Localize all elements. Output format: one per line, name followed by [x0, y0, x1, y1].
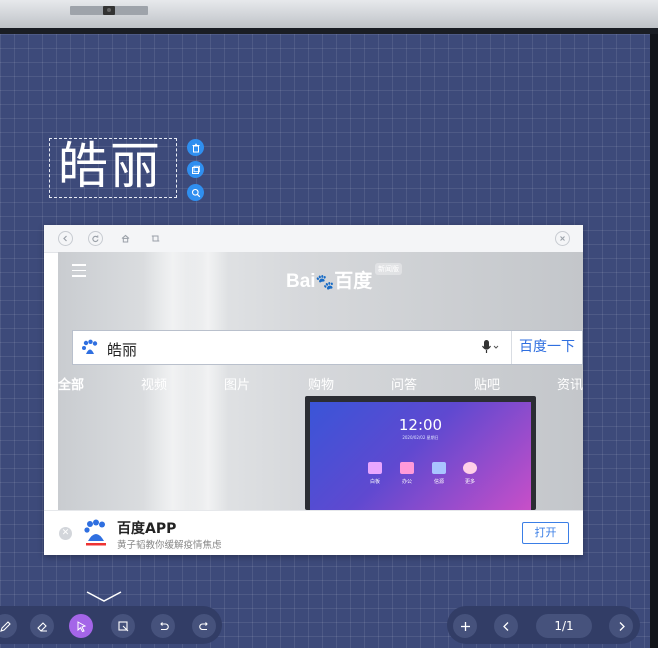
monitor-date: 2020/02/02 星期日 [402, 435, 439, 440]
handwritten-text[interactable]: 皓丽 [58, 135, 162, 197]
browser-window[interactable]: Bai🐾百度 新闻版 皓丽 百度一下 全部 视频 图片 购物 问答 贴吧 资讯 … [44, 225, 583, 555]
tab-qa[interactable]: 问答 [391, 374, 417, 393]
tab-video[interactable]: 视频 [141, 374, 167, 393]
open-app-button[interactable]: 打开 [522, 522, 569, 544]
page-indicator: 1/1 [536, 614, 592, 638]
close-icon[interactable]: ✕ [59, 527, 72, 540]
monitor-image: 12:00 2020/02/02 星期日 白板 办公 信源 更多 [305, 396, 536, 510]
insert-icon[interactable] [111, 614, 135, 638]
monitor-app: 白板 [360, 462, 390, 485]
monitor-time: 12:00 [398, 416, 443, 434]
eraser-icon[interactable] [30, 614, 54, 638]
tab-shopping[interactable]: 购物 [308, 374, 334, 393]
menu-icon[interactable] [72, 264, 86, 281]
baidu-paw-icon [81, 339, 99, 361]
tab-images[interactable]: 图片 [224, 374, 250, 393]
app-description: 黄子韬教你缓解疫情焦虑 [117, 540, 222, 551]
tab-all[interactable]: 全部 [58, 374, 84, 393]
microphone-icon[interactable] [481, 339, 501, 359]
camera-icon [103, 6, 115, 15]
search-input[interactable]: 皓丽 [107, 339, 137, 360]
app-download-banner: ✕ 百度APP 黄子韬教你缓解疫情焦虑 打开 [44, 510, 583, 555]
back-icon[interactable] [58, 231, 73, 246]
next-page-icon[interactable] [609, 614, 633, 638]
add-page-icon[interactable] [453, 614, 477, 638]
select-icon[interactable] [69, 614, 93, 638]
logo-tag: 新闻版 [375, 263, 402, 275]
prev-page-icon[interactable] [494, 614, 518, 638]
close-icon[interactable] [555, 231, 570, 246]
monitor-app: 更多 [455, 462, 485, 485]
zoom-icon[interactable] [187, 184, 204, 201]
app-name: 百度APP [117, 521, 177, 537]
browser-toolbar [44, 225, 583, 253]
webpage-content: Bai🐾百度 新闻版 皓丽 百度一下 全部 视频 图片 购物 问答 贴吧 资讯 … [58, 252, 583, 510]
copy-icon[interactable] [187, 161, 204, 178]
crop-icon[interactable] [148, 231, 163, 246]
forward-icon[interactable] [88, 231, 103, 246]
search-tabs: 全部 视频 图片 购物 问答 贴吧 资讯 [58, 374, 583, 394]
tab-news[interactable]: 资讯 [557, 374, 583, 393]
baidu-logo[interactable]: Bai🐾百度 [286, 266, 372, 293]
home-icon[interactable] [118, 231, 133, 246]
search-button[interactable]: 百度一下 [511, 331, 582, 364]
redo-icon[interactable] [192, 614, 216, 638]
search-box[interactable]: 皓丽 百度一下 [72, 330, 583, 365]
monitor-bezel [0, 0, 658, 28]
tab-tieba[interactable]: 贴吧 [474, 374, 500, 393]
monitor-screen: 12:00 2020/02/02 星期日 白板 办公 信源 更多 [310, 402, 531, 510]
monitor-app: 信源 [424, 462, 454, 485]
chevron-down-icon[interactable] [86, 588, 122, 607]
monitor-app: 办公 [392, 462, 422, 485]
undo-icon[interactable] [151, 614, 175, 638]
baidu-app-icon [82, 519, 110, 549]
trash-icon[interactable] [187, 139, 204, 156]
bezel-right [650, 34, 658, 648]
